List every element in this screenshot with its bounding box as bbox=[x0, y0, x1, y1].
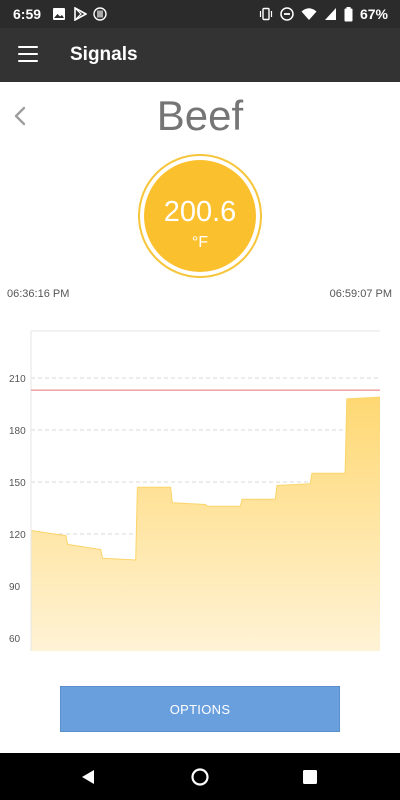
y-tick-label: 90 bbox=[9, 582, 21, 593]
hamburger-menu-icon[interactable] bbox=[18, 46, 38, 62]
wifi-icon bbox=[301, 8, 317, 20]
start-timestamp: 06:36:16 PM bbox=[7, 288, 70, 300]
y-tick-label: 210 bbox=[9, 374, 26, 385]
battery-icon bbox=[344, 6, 353, 21]
y-tick-label: 150 bbox=[9, 478, 26, 489]
do-not-disturb-icon bbox=[280, 7, 294, 21]
app-bar: Signals bbox=[0, 28, 400, 82]
temperature-area bbox=[31, 397, 380, 651]
temperature-value: 200.6 bbox=[163, 196, 237, 228]
app-title: Signals bbox=[70, 44, 138, 65]
status-time: 6:59 bbox=[13, 6, 42, 22]
signal-icon bbox=[324, 8, 336, 20]
image-icon bbox=[53, 8, 65, 20]
y-tick-label: 180 bbox=[9, 426, 26, 437]
home-icon[interactable] bbox=[190, 767, 210, 787]
y-tick-label: 60 bbox=[9, 634, 21, 645]
vibrate-icon bbox=[259, 7, 273, 21]
play-store-icon bbox=[74, 7, 87, 21]
probe-name: Beef bbox=[156, 92, 244, 139]
options-button[interactable]: OPTIONS bbox=[60, 686, 340, 732]
temperature-chart: 60 90 120 150 180 210 bbox=[9, 330, 381, 651]
y-tick-label: 120 bbox=[9, 530, 26, 541]
status-right: 67% bbox=[259, 6, 388, 22]
battery-percent: 67% bbox=[359, 6, 388, 22]
navigation-bar bbox=[0, 753, 400, 800]
temperature-unit: °F bbox=[191, 234, 209, 251]
end-timestamp: 06:59:07 PM bbox=[329, 288, 392, 300]
status-bar: 6:59 67% bbox=[0, 0, 400, 28]
recents-icon[interactable] bbox=[300, 767, 320, 787]
back-icon[interactable] bbox=[78, 767, 98, 787]
thermometer-app-icon bbox=[93, 7, 107, 21]
